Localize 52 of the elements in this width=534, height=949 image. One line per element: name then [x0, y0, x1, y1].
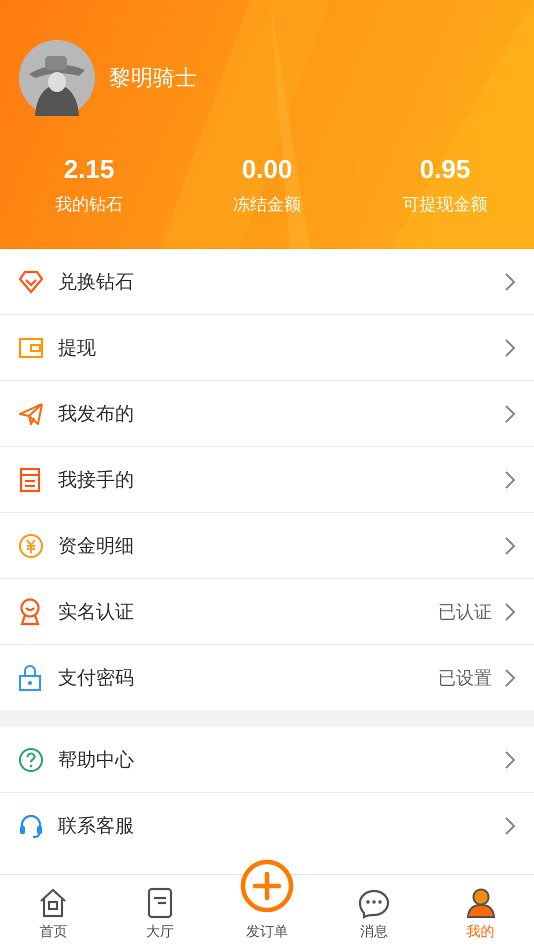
- stat-value: 0.00: [242, 154, 292, 185]
- stat-value: 2.15: [64, 154, 114, 185]
- chevron-right-icon: [504, 816, 516, 836]
- menu-item[interactable]: 兑换钻石: [0, 249, 534, 315]
- menu-label: 帮助中心: [58, 748, 135, 772]
- user-name: 黎明骑士: [109, 65, 197, 93]
- headset-icon: [18, 812, 44, 838]
- chevron-right-icon: [504, 272, 516, 292]
- menu-item[interactable]: 我发布的: [0, 381, 534, 447]
- status-text: 已设置: [438, 666, 492, 690]
- chat-icon: [358, 887, 390, 919]
- avatar[interactable]: [19, 40, 95, 116]
- menu-item[interactable]: 资金明细: [0, 513, 534, 579]
- paper-plane-icon: [18, 402, 44, 426]
- menu-item[interactable]: 联系客服: [0, 793, 534, 858]
- wallet-icon: [18, 336, 44, 358]
- menu-label: 提现: [58, 336, 97, 360]
- yen-coin-icon: [18, 532, 44, 558]
- chevron-right-icon: [504, 470, 516, 490]
- tab[interactable]: 大厅: [106, 887, 214, 949]
- menu-item[interactable]: 实名认证 已认证: [0, 579, 534, 645]
- chevron-right-icon: [504, 536, 516, 556]
- chevron-right-icon: [504, 404, 516, 424]
- chevron-right-icon: [504, 668, 516, 688]
- menu-label: 兑换钻石: [58, 270, 135, 294]
- stat-value: 0.95: [420, 154, 470, 185]
- menu-label: 支付密码: [58, 666, 135, 690]
- help-icon: [18, 746, 44, 772]
- tab[interactable]: 发订单: [214, 859, 320, 949]
- menu-label: 联系客服: [58, 814, 135, 838]
- person-icon: [18, 598, 42, 626]
- diamond-icon: [18, 270, 44, 294]
- tab[interactable]: 首页: [0, 887, 107, 949]
- user-icon: [464, 887, 497, 919]
- menu-item[interactable]: 提现: [0, 315, 534, 381]
- chevron-right-icon: [504, 602, 516, 622]
- stat-label: 冻结金额: [233, 194, 301, 216]
- stat-label: 可提现金额: [402, 194, 488, 216]
- menu-item[interactable]: 帮助中心: [0, 727, 534, 793]
- stat-label: 我的钻石: [55, 194, 123, 216]
- lock-icon: [18, 664, 42, 692]
- menu-label: 我发布的: [58, 402, 135, 426]
- menu-label: 资金明细: [58, 534, 135, 558]
- menu-item[interactable]: 我接手的: [0, 447, 534, 513]
- menu-label: 我接手的: [58, 468, 135, 492]
- chevron-right-icon: [504, 750, 516, 770]
- chevron-right-icon: [504, 338, 516, 358]
- menu-item[interactable]: 支付密码 已设置: [0, 645, 534, 710]
- menu-label: 实名认证: [58, 600, 135, 624]
- document-icon: [18, 466, 42, 492]
- tab[interactable]: 消息: [320, 887, 428, 949]
- status-text: 已认证: [438, 600, 492, 624]
